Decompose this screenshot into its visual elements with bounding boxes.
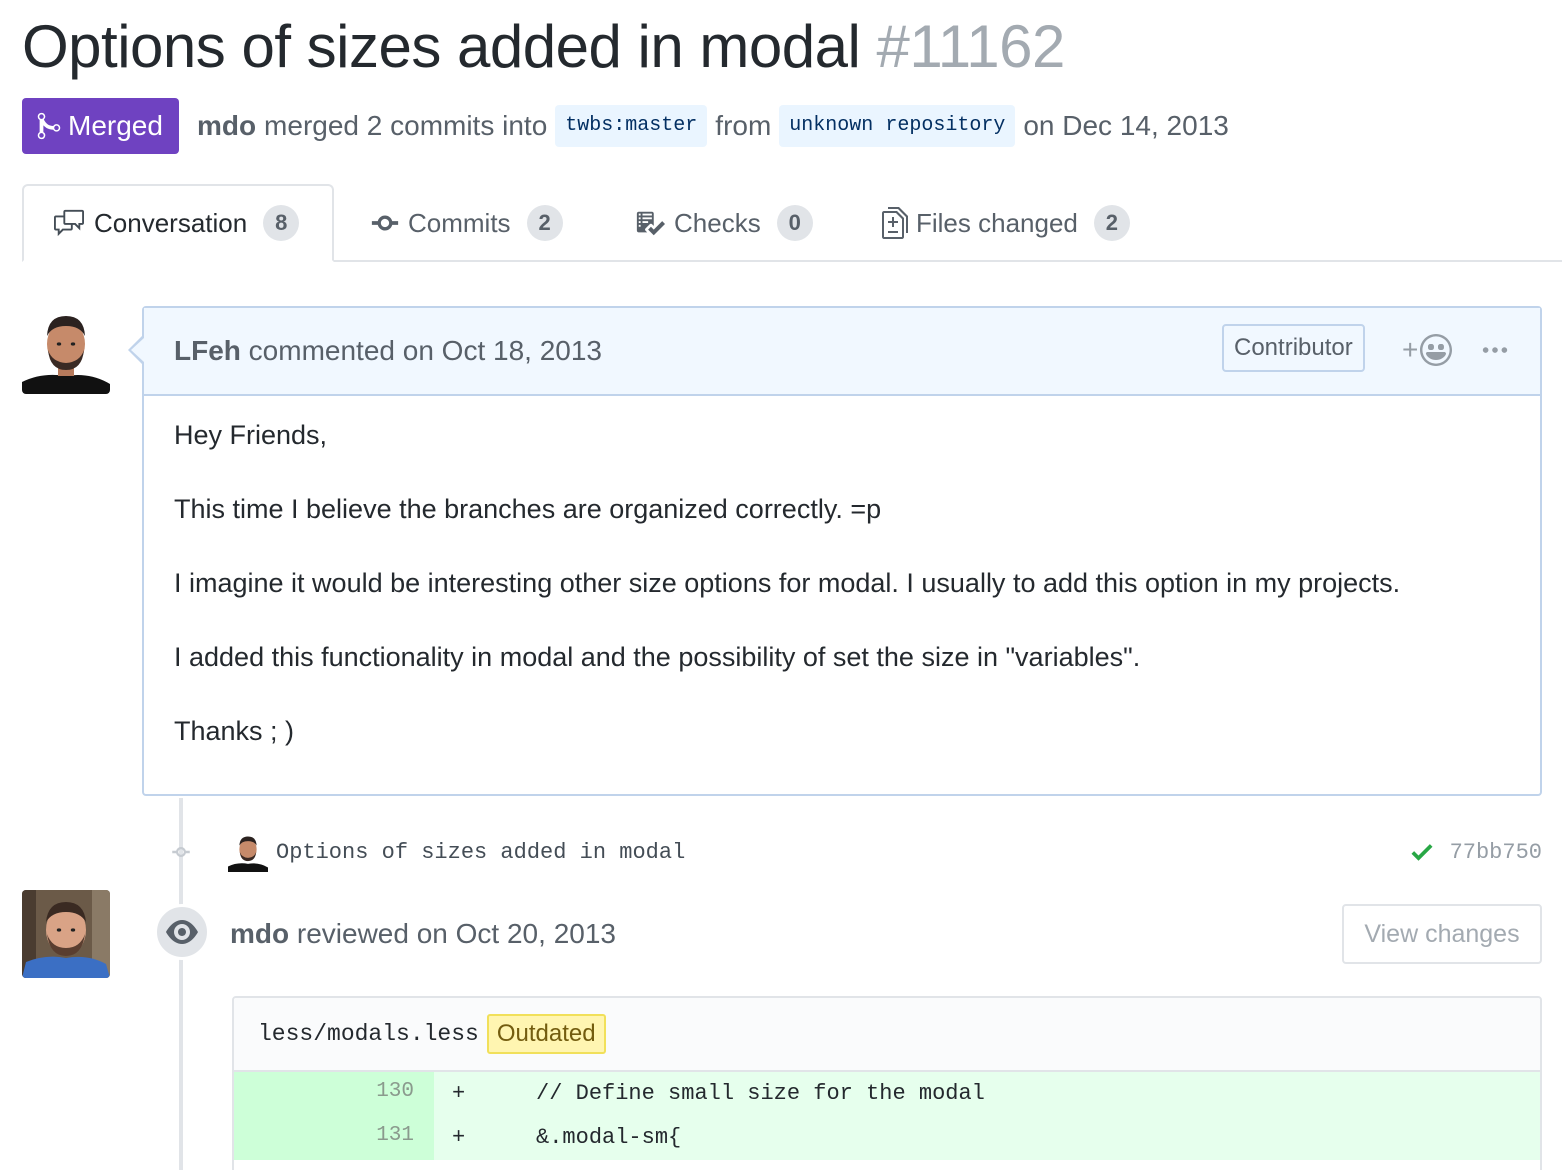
tab-commits-count: 2 [526,205,563,241]
base-branch[interactable]: twbs:master [555,105,708,147]
commit-author-avatar[interactable] [228,832,268,872]
comment-paragraph: Hey Friends, [174,420,328,450]
pr-meta: Merged mdo merged 2 commits into twbs:ma… [22,98,1229,154]
add-reaction-button[interactable]: + [1402,334,1453,366]
diff-line-sign: + [452,1081,466,1106]
outdated-label: Outdated [486,1014,606,1054]
review-meta: mdo reviewed on Oct 20, 2013 [230,918,616,950]
diff-line-sign: + [452,1125,466,1150]
timeline-commit: Options of sizes added in modal 77bb750 [166,832,1542,872]
tab-conversation[interactable]: Conversation 8 [22,184,334,262]
contributor-label: Contributor [1222,324,1365,372]
from-text: from [715,110,772,141]
pr-tabs: Conversation 8 Commits 2 Checks 0 Files … [22,184,1562,262]
pr-title: Options of sizes added in modal #11162 [22,12,1065,81]
git-commit-icon [370,208,400,238]
commit-status: 77bb750 [1408,838,1542,866]
tab-checks-label: Checks [674,207,761,238]
git-commit-icon [166,842,196,862]
comment-action[interactable]: commented on Oct 18, 2013 [249,335,602,366]
check-icon[interactable] [1408,838,1436,866]
avatar-lfeh[interactable] [22,306,110,394]
file-path-link[interactable]: less/modals.less [258,1021,479,1047]
kebab-horizontal-icon [1482,347,1508,353]
tab-files-changed-label: Files changed [916,207,1078,238]
diff-line-code: // Define small size for the modal [483,1081,985,1106]
merge-author-link[interactable]: mdo [197,110,256,142]
diff-line-code: &.modal-sm{ [483,1125,682,1150]
comment-paragraph: I added this functionality in modal and … [174,642,1141,672]
review-author[interactable]: mdo [230,918,289,949]
tab-conversation-count: 8 [263,205,300,241]
diff-line: 131 + &.modal-sm{ [234,1116,1540,1160]
review-event-badge [154,904,210,960]
diff-line: 130 + // Define small size for the modal [234,1072,1540,1116]
tab-commits-label: Commits [408,207,511,238]
merged-label: Merged [68,110,163,141]
comment-meta: LFeh commented on Oct 18, 2013 [174,335,602,367]
merged-state-badge: Merged [22,98,179,154]
merge-summary: mdo merged 2 commits into twbs:master fr… [197,105,1229,147]
diff-line-number[interactable]: 130 [234,1072,434,1116]
comment-paragraph: Thanks ; ) [174,716,295,746]
view-changes-button[interactable]: View changes [1342,904,1542,964]
file-header: less/modals.less Outdated [234,998,1540,1072]
merge-text: merged 2 commits into [264,110,548,141]
checklist-icon [634,208,666,238]
comment-body: Hey Friends, This time I believe the bra… [144,396,1540,748]
git-merge-icon [37,112,61,140]
comment-paragraph: This time I believe the branches are org… [174,494,882,524]
file-diff-icon [882,207,908,239]
commit-message-link[interactable]: Options of sizes added in modal [276,840,685,865]
pr-title-text: Options of sizes added in modal [22,13,861,80]
eye-icon [166,920,198,944]
review-file-diff: less/modals.less Outdated 130 + // Defin… [232,996,1542,1170]
merge-date: on Dec 14, 2013 [1023,110,1229,141]
tab-conversation-label: Conversation [94,207,248,238]
tab-checks-count: 0 [776,205,813,241]
comment-card: LFeh commented on Oct 18, 2013 Contribut… [128,306,1542,796]
pr-number: #11162 [876,13,1066,80]
more-options-button[interactable] [1480,336,1510,371]
tab-commits[interactable]: Commits 2 [370,184,563,262]
comment-header: LFeh commented on Oct 18, 2013 Contribut… [144,308,1540,396]
head-branch[interactable]: unknown repository [779,105,1016,147]
avatar-mdo[interactable] [22,890,110,978]
diff-line-number[interactable]: 131 [234,1116,434,1160]
comment-author[interactable]: LFeh [174,335,241,366]
tab-files-changed[interactable]: Files changed 2 [882,184,1130,262]
comment-paragraph: I imagine it would be interesting other … [174,568,1401,598]
reaction-plus: + [1402,334,1419,365]
smiley-icon [1420,334,1453,366]
comment-discussion-icon [52,208,86,238]
review-action[interactable]: reviewed on Oct 20, 2013 [297,918,616,949]
tab-checks[interactable]: Checks 0 [634,184,813,262]
tab-files-changed-count: 2 [1093,205,1130,241]
commit-sha-link[interactable]: 77bb750 [1450,840,1542,865]
